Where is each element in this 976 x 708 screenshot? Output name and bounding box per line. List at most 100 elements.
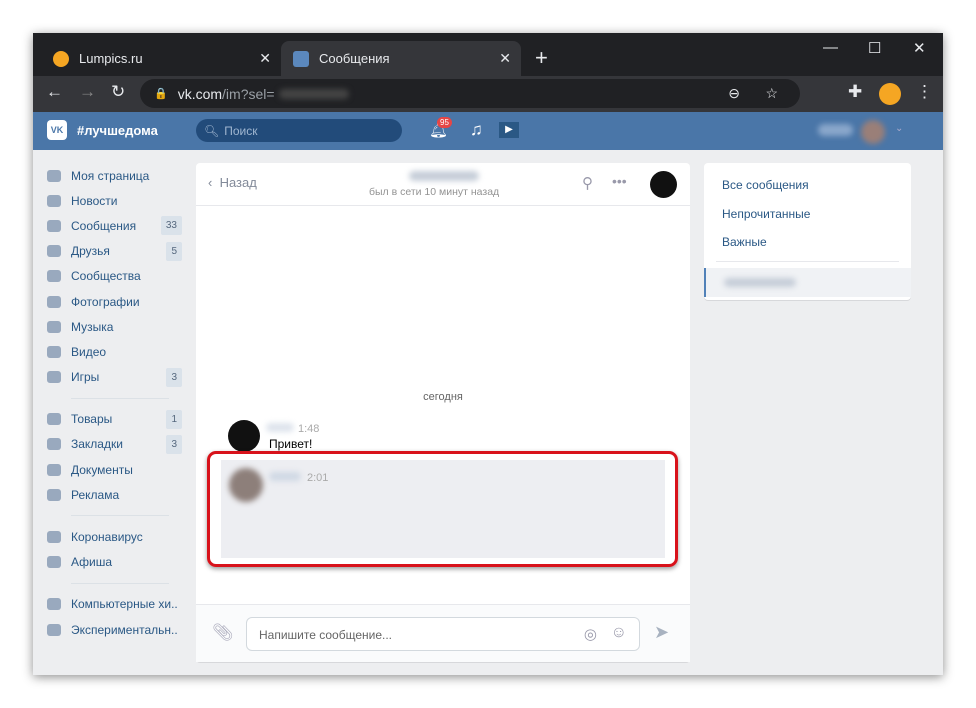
user-avatar[interactable] [861,120,885,144]
megaphone-icon [47,488,61,501]
sidebar-badge: 3 [166,434,182,454]
lock-icon: 🔒 [154,88,168,100]
menu-icon[interactable]: ⋮ [916,82,933,102]
sidebar-item-label: Друзья [71,244,110,259]
bag-icon [47,413,61,426]
document-icon [47,463,61,476]
active-conversation[interactable] [704,267,911,297]
sidebar-badge: 3 [166,367,182,387]
reload-icon[interactable]: ↻ [111,82,125,102]
sender-avatar[interactable] [228,420,260,452]
sidebar-item[interactable]: Закладки 3 [33,432,183,457]
sidebar-item[interactable]: Сообщества [33,264,183,289]
new-tab-button[interactable]: + [535,45,548,71]
sidebar-item-label: Видео [71,344,107,359]
sidebar-badge: 1 [166,409,182,429]
sidebar-divider [71,397,169,399]
back-icon[interactable]: ← [46,82,63,102]
sidebar-item[interactable]: Коронавирус [33,524,183,549]
sidebar-item[interactable]: Игры 3 [33,365,183,390]
back-button[interactable]: ‹ Назад [208,175,257,190]
close-window-button[interactable]: ✕ [913,39,926,57]
zoom-icon[interactable]: ⊖ [728,85,740,102]
back-label: Назад [219,175,257,190]
filter-unread[interactable]: Непрочитанные [704,200,911,229]
tab-title: Сообщения [319,51,390,66]
message-text: Привет! [269,437,313,451]
extensions-icon[interactable]: ✚ [848,82,862,102]
composer: 📎︎ Напишите сообщение... ◎ ☺ ➤ [196,604,690,662]
send-icon[interactable]: ➤ [654,622,669,643]
filter-all[interactable]: Все сообщения [704,171,911,200]
search-input[interactable]: 🔍︎ Поиск [196,119,402,142]
url-input[interactable]: 🔒 vk.com /im?sel= ⊖ ☆ [140,79,800,108]
hashtag-label[interactable]: #лучшедома [77,123,158,138]
sidebar-item[interactable]: Фотографии [33,289,183,314]
close-tab-icon[interactable]: ✕ [259,50,271,67]
vk-logo[interactable]: VK [47,120,67,140]
sidebar-item[interactable]: Компьютерные хи.. [33,592,183,617]
groups-icon [47,270,61,283]
sidebar-item[interactable]: Документы [33,457,183,482]
address-bar-row: ← → ↻ 🔒 vk.com /im?sel= ⊖ ☆ ✚ ⋮ [33,76,943,112]
sidebar-divider [71,515,169,517]
sidebar-item-label: Сообщения [71,218,137,233]
highlight-frame [207,451,678,567]
contact-status: был в сети 10 минут назад [369,186,500,198]
messages-icon [47,219,61,232]
sidebar-item[interactable]: Экспериментальн.. [33,617,183,642]
chat-search-icon[interactable]: ⚲ [582,174,593,192]
sidebar-item[interactable]: Реклама [33,482,183,507]
news-icon [47,194,61,207]
sidebar-item-label: Реклама [71,487,120,502]
tab-messages[interactable]: Сообщения ✕ [281,41,521,76]
attach-icon[interactable]: 📎︎ [212,623,234,643]
browser-window: Lumpics.ru ✕ Сообщения ✕ + — ☐ ✕ ← → ↻ 🔒… [33,33,943,675]
minimize-button[interactable]: — [823,39,838,56]
vk-header: VK #лучшедома 🔍︎ Поиск 🔔︎ 95 ♫ ▶ ⌄ [33,112,943,150]
sidebar-item-label: Закладки [71,437,123,452]
groups-icon [47,598,61,611]
filter-panel: Все сообщения Непрочитанные Важные [704,163,911,300]
sidebar-item[interactable]: Товары 1 [33,407,183,432]
sidebar-item[interactable]: Друзья 5 [33,239,183,264]
message: 1:48 Привет! [228,420,668,454]
sidebar-item-label: Сообщества [71,269,141,284]
sidebar-item[interactable]: Видео [33,339,183,364]
more-icon[interactable]: ••• [612,173,627,189]
filter-important[interactable]: Важные [704,228,911,257]
sidebar-item[interactable]: Моя страница [33,163,183,188]
emoji-icon[interactable]: ☺ [611,624,627,642]
star-icon [47,438,61,451]
video-player-icon[interactable]: ▶ [499,122,519,138]
tab-bar: Lumpics.ru ✕ Сообщения ✕ + — ☐ ✕ [33,33,943,76]
sidebar-item-label: Товары [71,412,113,427]
input-placeholder: Напишите сообщение... [259,628,393,642]
profile-avatar[interactable] [879,83,901,105]
music-icon[interactable]: ♫ [470,120,483,140]
tab-lumpics[interactable]: Lumpics.ru ✕ [41,41,281,76]
sidebar-item[interactable]: Новости [33,188,183,213]
camera-icon[interactable]: ◎ [584,625,597,643]
date-divider: сегодня [423,391,463,403]
chevron-down-icon[interactable]: ⌄ [895,123,903,134]
bookmark-star-icon[interactable]: ☆ [765,85,778,102]
sidebar-item[interactable]: Афиша [33,550,183,575]
user-name-redacted[interactable] [818,124,853,136]
close-tab-icon[interactable]: ✕ [499,50,511,67]
play-icon [47,556,61,569]
sidebar-divider [71,582,169,584]
sidebar-item[interactable]: Сообщения 33 [33,213,183,238]
sidebar-item[interactable]: Музыка [33,314,183,339]
sidebar-item-label: Игры [71,370,100,385]
camera-icon [47,295,61,308]
contact-name-redacted[interactable] [409,171,479,181]
forward-icon[interactable]: → [79,82,96,102]
url-redacted [278,88,349,99]
sidebar-item-label: Фотографии [71,294,140,309]
maximize-button[interactable]: ☐ [868,39,881,57]
sender-name-redacted[interactable] [266,423,294,432]
notification-badge: 95 [437,117,452,128]
contact-avatar[interactable] [650,171,677,198]
message-input[interactable]: Напишите сообщение... ◎ ☺ [246,617,640,651]
